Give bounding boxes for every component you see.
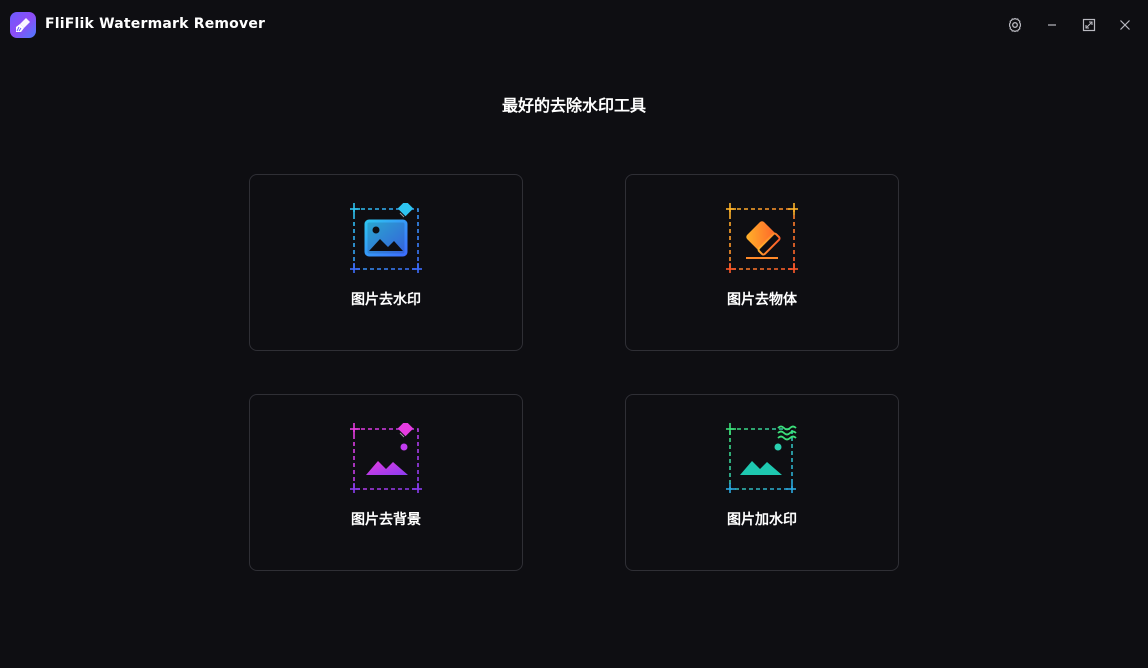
card-remove-background[interactable]: 图片去背景 [249,394,523,571]
app-window: FliFlik Watermark Remover 最好的去除水印工具 图片去水… [0,0,1148,668]
page-headline: 最好的去除水印工具 [501,96,646,115]
close-icon[interactable] [1114,14,1136,36]
image-add-watermark-icon [724,423,798,493]
card-label: 图片加水印 [727,512,797,528]
card-remove-watermark[interactable]: 图片去水印 [249,174,523,351]
title-bar: FliFlik Watermark Remover [0,0,1148,50]
card-remove-object[interactable]: 图片去物体 [625,174,899,351]
app-title: FliFlik Watermark Remover [45,16,266,32]
broom-icon [10,12,36,38]
card-label: 图片去背景 [351,512,421,528]
image-watermark-remove-icon [348,200,422,273]
gear-icon[interactable] [1004,14,1026,36]
image-background-remove-icon [348,420,422,493]
eraser-object-remove-icon [724,203,798,273]
minimize-icon[interactable] [1041,14,1063,36]
card-label: 图片去水印 [351,292,421,308]
maximize-icon[interactable] [1078,14,1100,36]
card-add-watermark[interactable]: 图片加水印 [625,394,899,571]
card-label: 图片去物体 [727,292,797,308]
